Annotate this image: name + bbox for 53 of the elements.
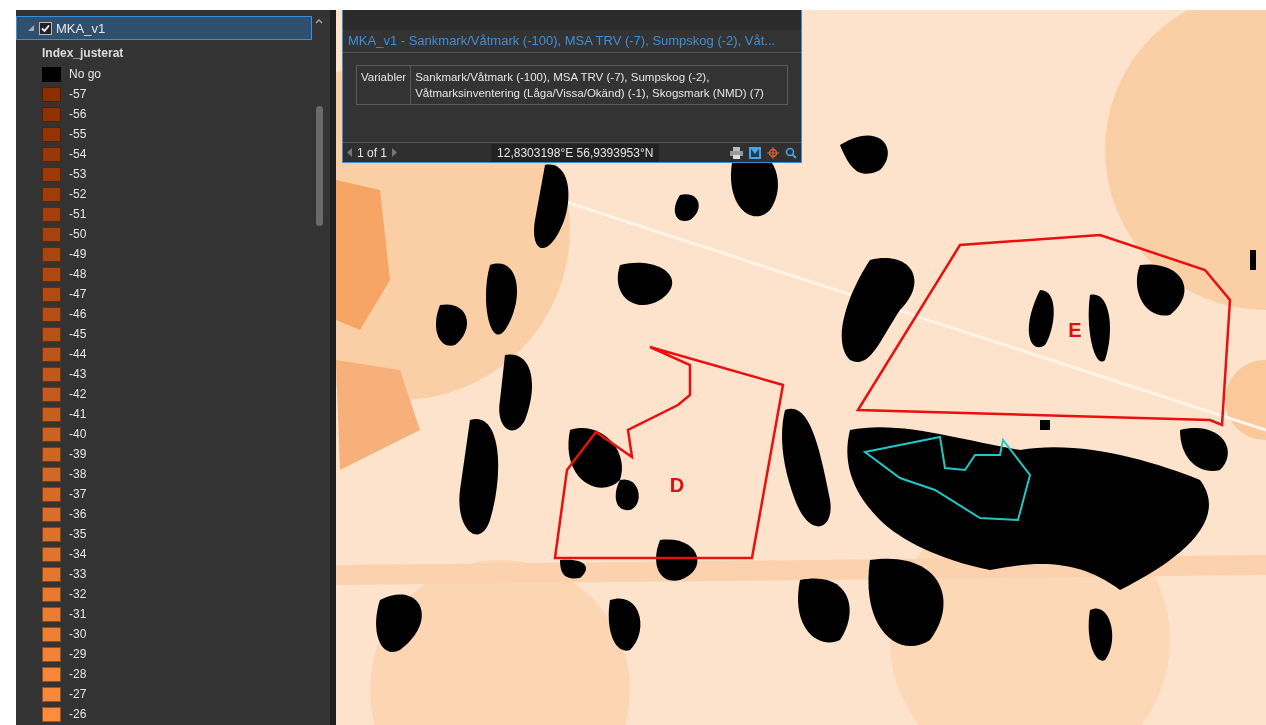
previous-icon[interactable] (347, 148, 353, 157)
legend-label: -37 (69, 487, 87, 501)
legend-label: -33 (69, 567, 87, 581)
zoom-to-icon[interactable] (749, 146, 761, 159)
search-icon[interactable] (785, 146, 797, 159)
next-icon[interactable] (391, 148, 398, 157)
legend-label: -44 (69, 347, 87, 361)
attribute-field: Variabler (356, 65, 411, 105)
field-name: Index_justerat (41, 45, 125, 62)
map-label: E (1068, 319, 1082, 341)
printer-icon[interactable] (730, 146, 743, 159)
legend-label: -27 (69, 687, 87, 701)
legend-label: -28 (69, 667, 87, 681)
legend-label: -52 (69, 187, 87, 201)
legend-label: -36 (69, 507, 87, 521)
legend-label: -46 (69, 307, 87, 321)
legend-label: -38 (69, 467, 87, 481)
legend-label: -55 (69, 127, 87, 141)
legend-label: -47 (69, 287, 87, 301)
scroll-up-icon[interactable] (315, 18, 323, 24)
layer-checkbox[interactable] (39, 21, 52, 35)
legend-label: -57 (69, 87, 87, 101)
legend-label: -35 (69, 527, 87, 541)
map-label: D (669, 474, 685, 496)
legend-label: -34 (69, 547, 87, 561)
legend-label: -54 (69, 147, 87, 161)
legend-label: -40 (69, 427, 87, 441)
legend-label: -50 (69, 227, 87, 241)
legend-label: -31 (69, 607, 87, 621)
legend-label: -56 (69, 107, 87, 121)
legend-label: -51 (69, 207, 87, 221)
attribute-value: Sankmark/Våtmark (-100), MSA TRV (-7), Sumpskog (-2), Våtmarksinventering (Låga/Vissa/Okänd) (-1), Skogsmark (NMD) (7) (410, 65, 788, 105)
coordinates-text: 12,8303198°E 56,9393953°N (491, 143, 660, 162)
scrollbar-thumb[interactable] (316, 106, 323, 226)
expand-icon[interactable] (27, 24, 35, 32)
pager-text: 1 of 1 (357, 145, 388, 160)
legend-label: -43 (69, 367, 87, 381)
legend-label: -48 (69, 267, 87, 281)
popup-title: MKA_v1 - Sankmark/Våtmark (-100), MSA TRV (-7), Sumpskog (-2), Våt... (343, 30, 801, 53)
legend-label: -42 (69, 387, 87, 401)
crosshair-icon[interactable] (767, 146, 779, 159)
legend-label: -45 (69, 327, 87, 341)
legend-label: -41 (69, 407, 87, 421)
legend-label: -53 (69, 167, 87, 181)
legend-label: -30 (69, 627, 87, 641)
legend-label: -29 (69, 647, 87, 661)
layer-row[interactable]: MKA_v1 (16, 16, 312, 40)
legend-label: -39 (69, 447, 87, 461)
layer-name: MKA_v1 (56, 20, 106, 36)
legend-label: No go (69, 67, 102, 81)
legend-label: -49 (69, 247, 87, 261)
legend-label: -32 (69, 587, 87, 601)
legend-label: -26 (69, 707, 87, 721)
